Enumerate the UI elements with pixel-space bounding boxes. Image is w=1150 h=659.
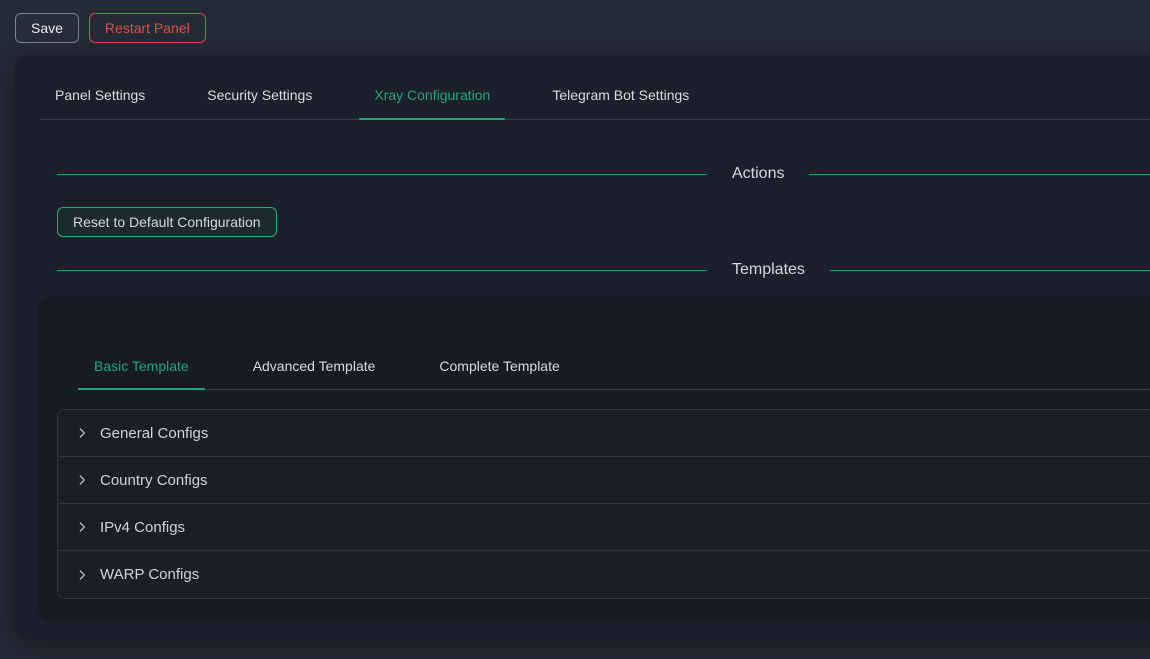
accordion-warp-configs[interactable]: WARP Configs xyxy=(58,551,1150,598)
accordion-country-configs[interactable]: Country Configs xyxy=(58,457,1150,504)
actions-divider: Actions xyxy=(57,163,1150,185)
tab-advanced-template[interactable]: Advanced Template xyxy=(237,356,392,389)
tab-complete-template[interactable]: Complete Template xyxy=(423,356,575,389)
accordion-general-configs[interactable]: General Configs xyxy=(58,410,1150,457)
reset-default-configuration-button[interactable]: Reset to Default Configuration xyxy=(57,207,277,237)
templates-divider-title: Templates xyxy=(707,261,830,279)
xray-configuration-panel: Actions Reset to Default Configuration T… xyxy=(14,163,1150,621)
chevron-right-icon xyxy=(75,426,89,440)
settings-card: Panel Settings Security Settings Xray Co… xyxy=(14,55,1150,640)
accordion-ipv4-configs[interactable]: IPv4 Configs xyxy=(58,504,1150,551)
template-tab-bar: Basic Template Advanced Template Complet… xyxy=(78,356,1150,390)
tab-xray-configuration[interactable]: Xray Configuration xyxy=(359,85,505,119)
chevron-right-icon xyxy=(75,568,89,582)
templates-divider: Templates xyxy=(57,259,1150,281)
save-button[interactable]: Save xyxy=(15,13,79,43)
tab-basic-template[interactable]: Basic Template xyxy=(78,356,205,389)
tab-telegram-bot-settings[interactable]: Telegram Bot Settings xyxy=(537,85,704,119)
templates-card: Basic Template Advanced Template Complet… xyxy=(37,296,1150,621)
chevron-right-icon xyxy=(75,520,89,534)
top-toolbar: Save Restart Panel xyxy=(0,0,1150,55)
config-accordion: General Configs Country Configs xyxy=(57,409,1150,599)
tab-security-settings[interactable]: Security Settings xyxy=(192,85,327,119)
settings-tab-bar: Panel Settings Security Settings Xray Co… xyxy=(40,55,1150,120)
chevron-right-icon xyxy=(75,473,89,487)
tab-panel-settings[interactable]: Panel Settings xyxy=(40,85,160,119)
accordion-label: IPv4 Configs xyxy=(100,519,185,536)
accordion-label: General Configs xyxy=(100,425,208,442)
restart-panel-button[interactable]: Restart Panel xyxy=(89,13,206,43)
actions-divider-title: Actions xyxy=(707,165,809,183)
accordion-label: WARP Configs xyxy=(100,566,199,583)
accordion-label: Country Configs xyxy=(100,472,208,489)
